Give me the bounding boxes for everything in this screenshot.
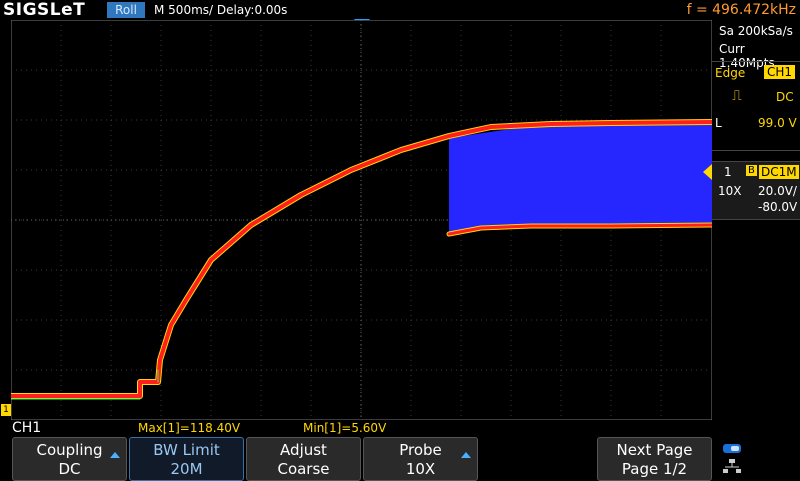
trigger-source: CH1 [764,65,796,79]
softkey-value: 20M [170,460,203,478]
channel-1-ground-marker[interactable]: 1 [1,404,11,416]
channel-number: 1 [724,165,732,179]
measure-min: Min[1]=5.60V [303,421,387,435]
waveform-canvas [11,20,712,420]
usb-network-icon [723,444,741,473]
trigger-type: Edge [715,66,746,80]
trigger-coupling: DC [776,90,794,104]
timebase-readout: M 500ms/ Delay:0.00s [154,3,288,17]
measure-max: Max[1]=118.40V [138,421,241,435]
measurement-bar: CH1 Max[1]=118.40V Min[1]=5.60V [0,420,800,437]
softkey-label: Next Page [616,441,693,459]
next-page-softkey[interactable]: Next Page Page 1/2 [597,437,712,481]
bandwidth-limit-flag: B [746,165,757,176]
softkey-value: Coarse [277,460,330,478]
trigger-level: 99.0 V [758,116,797,130]
status-bar: SIGSLeT Roll M 500ms/ Delay:0.00s f = 49… [0,0,800,20]
coupling-softkey[interactable]: Coupling DC [12,437,127,481]
measure-channel: CH1 [12,420,42,436]
softkey-label: Adjust [280,441,327,459]
channel-1-panel[interactable]: 1 B DC1M 10X 20.0V/ -80.0V [712,161,800,220]
softkey-value: 10X [405,460,436,478]
softkey-value: Page 1/2 [621,460,688,478]
adjust-softkey[interactable]: Adjust Coarse [246,437,361,481]
frequency-counter: f = 496.472kHz [686,2,796,18]
softkey-bar: Coupling DC BW Limit 20M Adjust Coarse P… [0,437,800,481]
softkey-label: BW Limit [153,441,220,459]
status-icons [722,439,742,477]
brand-logo: SIGSLeT [3,0,86,20]
rising-edge-icon: ⎍ [732,88,742,104]
info-panel: Sa 200kSa/s Curr 1.40Mpts Edge CH1 ⎍ DC … [712,20,800,420]
waveform-envelope [449,122,712,234]
channel-1-offset-marker-icon[interactable] [703,164,712,180]
probe-softkey[interactable]: Probe 10X [363,437,478,481]
sample-rate: Sa 200kSa/s [719,24,793,38]
acquisition-mode-badge[interactable]: Roll [107,2,145,18]
arrow-up-icon [461,452,471,458]
arrow-up-icon [110,452,120,458]
vertical-offset: -80.0V [758,200,798,214]
bw-limit-softkey[interactable]: BW Limit 20M [129,437,244,481]
waveform-display[interactable] [11,20,712,420]
probe-ratio: 10X [718,184,742,198]
trigger-panel[interactable]: Edge CH1 ⎍ DC L 99.0 V [712,61,800,151]
vertical-scale: 20.0V/ [758,184,797,198]
trigger-level-label: L [715,116,722,130]
softkey-value: DC [58,460,81,478]
channel-coupling-badge: DC1M [759,165,799,179]
